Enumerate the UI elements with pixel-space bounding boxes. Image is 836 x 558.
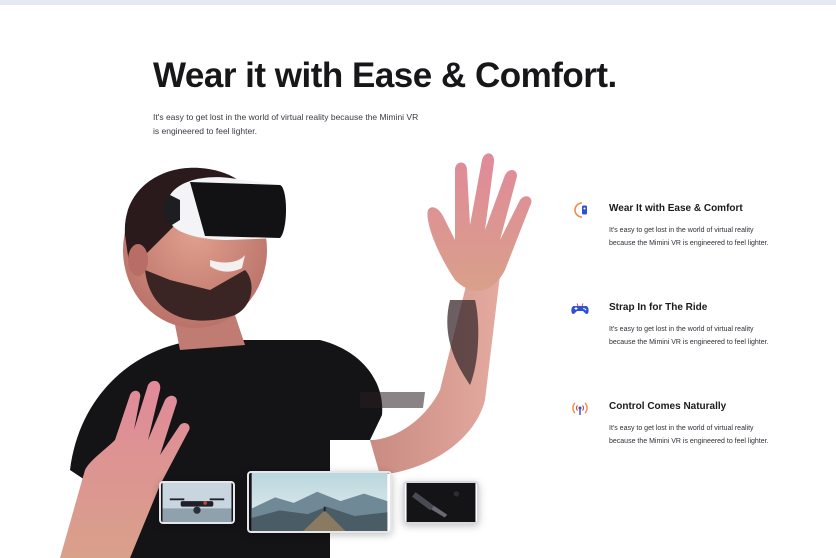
vr-headset-icon xyxy=(574,202,587,218)
feature-description: It's easy to get lost in the world of vi… xyxy=(609,425,769,445)
hero-description: It's easy to get lost in the world of vi… xyxy=(153,112,419,136)
mountain-image xyxy=(251,473,388,531)
feature-description: It's easy to get lost in the world of vi… xyxy=(609,326,769,346)
gamepad-icon xyxy=(571,303,589,314)
signal-icon xyxy=(572,402,588,415)
feature-title: Wear It with Ease & Comfort xyxy=(609,203,743,214)
page-title: Wear it with Ease & Comfort. xyxy=(153,56,617,95)
dark-image xyxy=(406,483,476,522)
drone-thumbnail[interactable] xyxy=(159,481,235,524)
feature-title: Strap In for The Ride xyxy=(609,302,708,313)
feature-title: Control Comes Naturally xyxy=(609,401,727,412)
top-border xyxy=(0,0,836,5)
mountain-thumbnail[interactable] xyxy=(247,471,392,533)
dark-thumbnail[interactable] xyxy=(403,481,479,524)
drone-image xyxy=(162,483,232,522)
feature-description: It's easy to get lost in the world of vi… xyxy=(609,227,769,247)
